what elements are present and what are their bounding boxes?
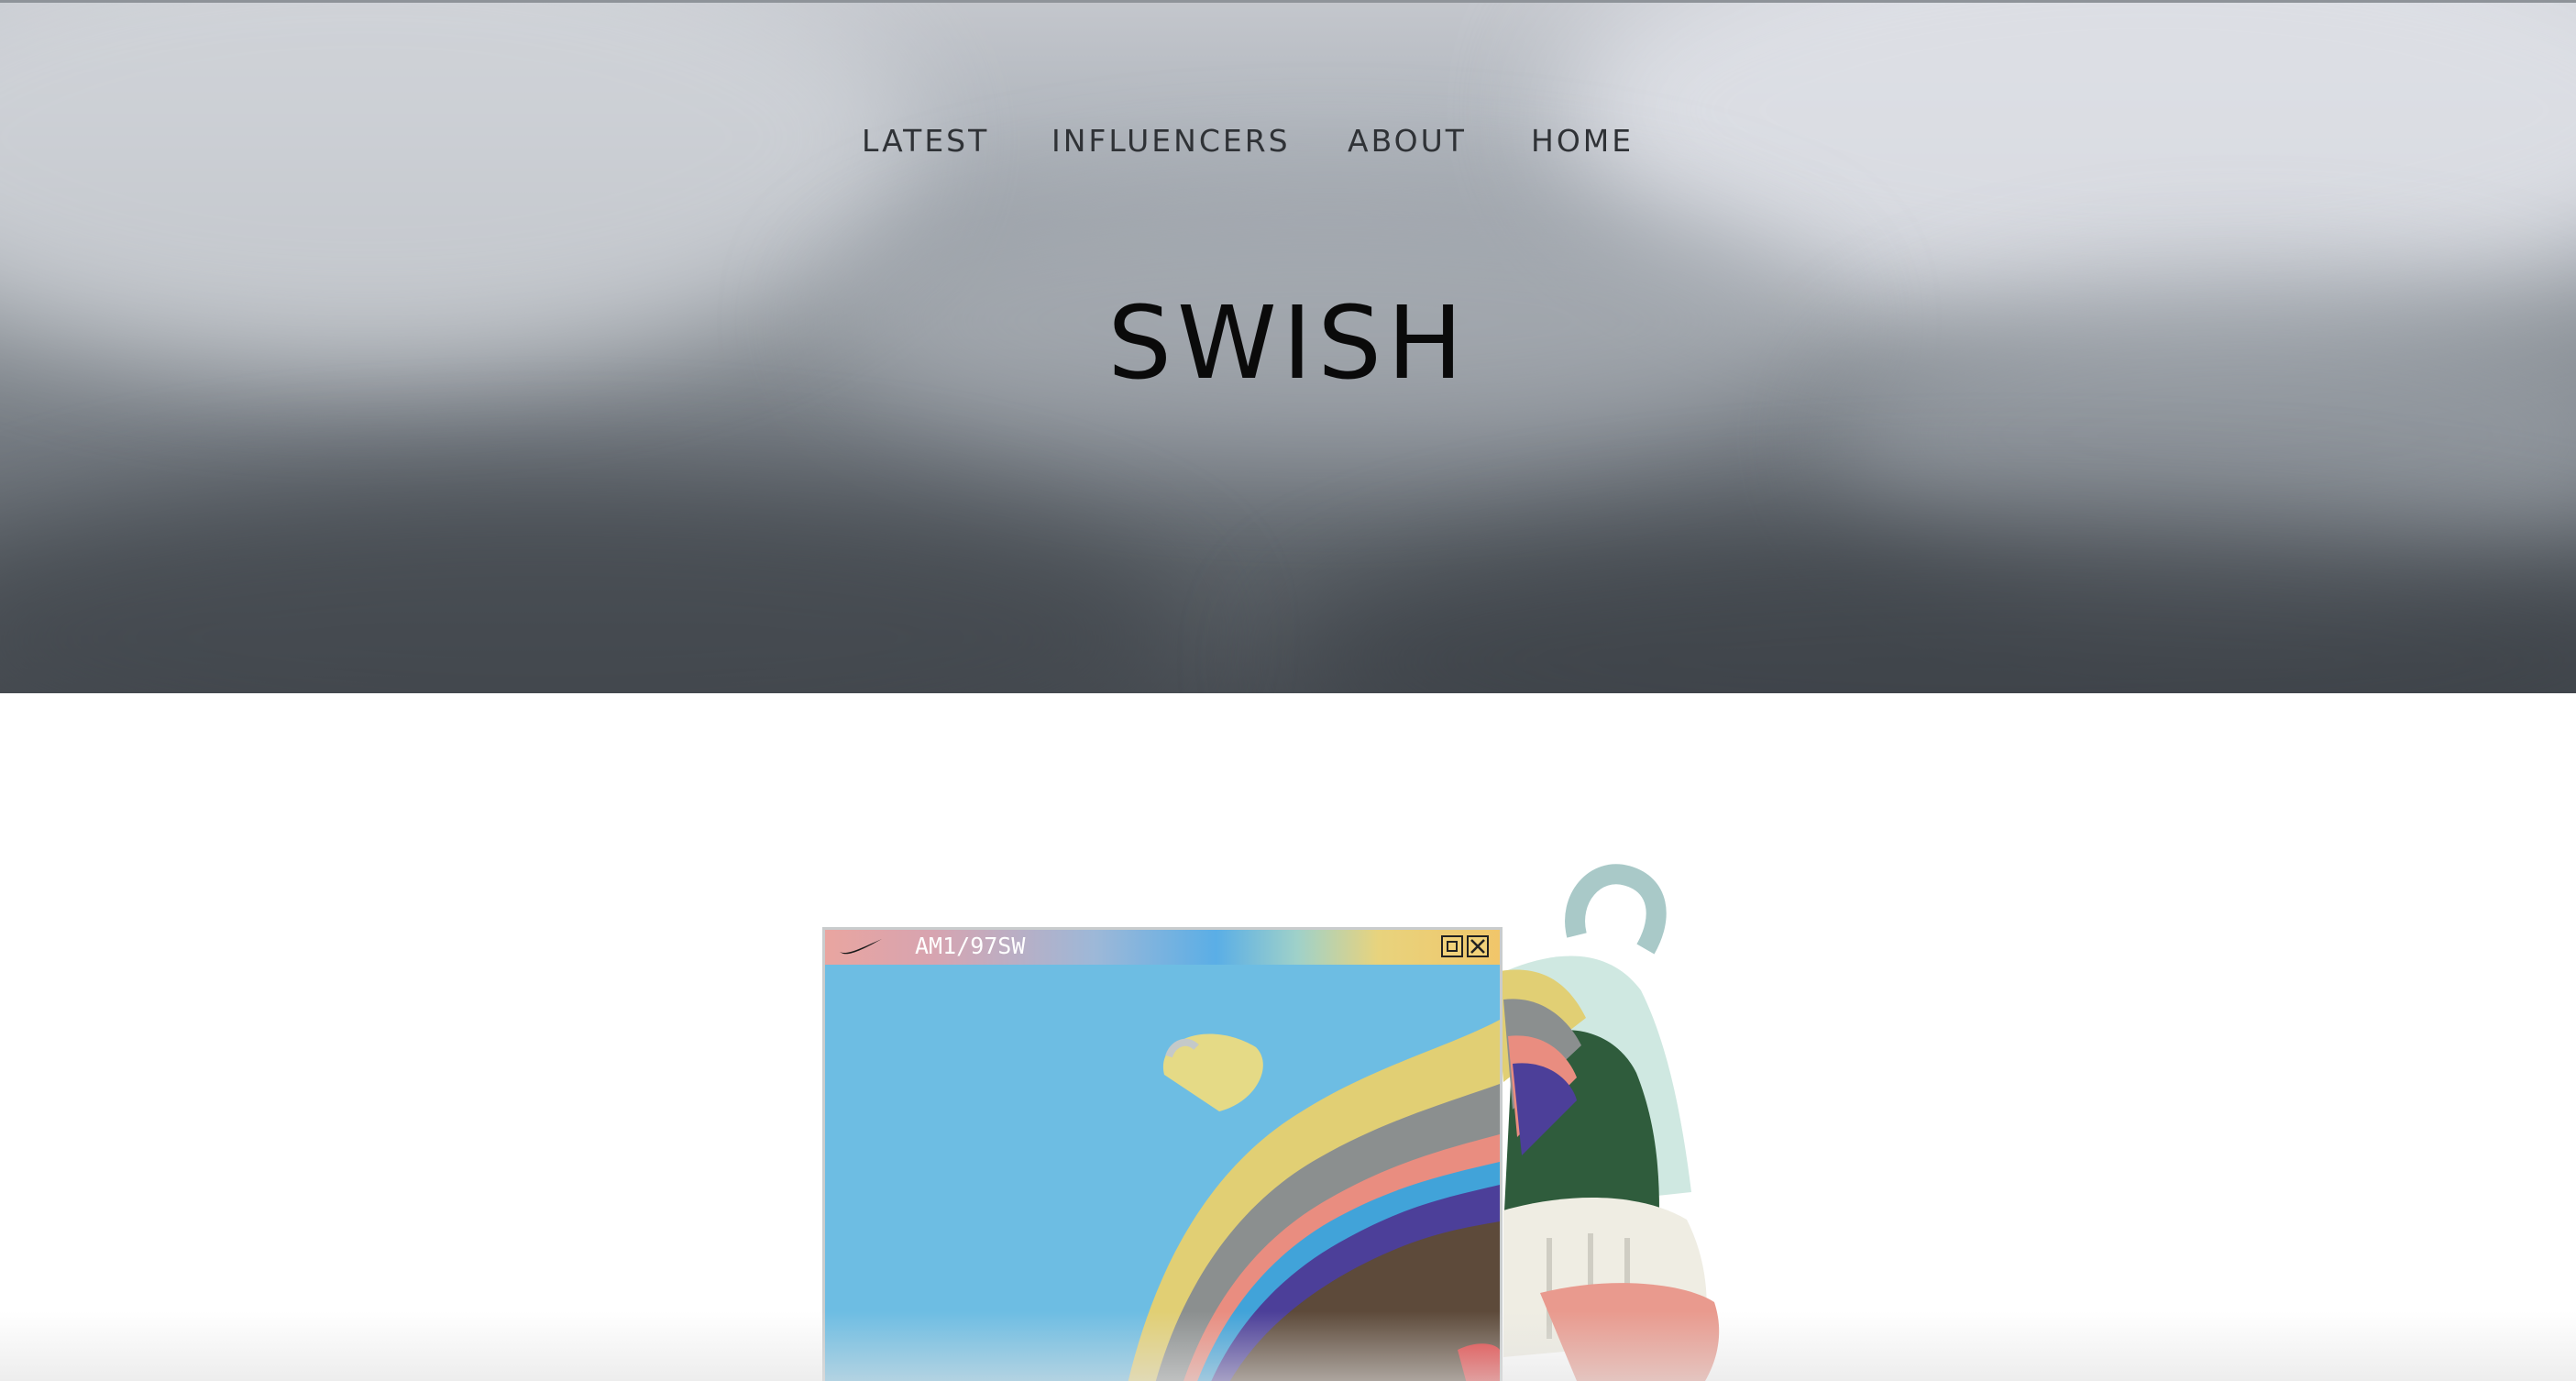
site-title: SWISH [1107,284,1469,402]
fog-cloud [1283,514,2576,693]
window-shoe-image [1128,1020,1500,1381]
nav-item-home[interactable]: HOME [1531,123,1634,159]
shoe-outsole [1540,1283,1720,1381]
swoosh-icon [840,939,882,955]
product-window: AM1/97SW [822,927,1503,1381]
pull-tab [1565,864,1667,955]
maximize-icon[interactable] [1441,935,1463,957]
close-icon[interactable] [1467,935,1489,957]
nav-item-about[interactable]: ABOUT [1348,123,1467,159]
hero-banner: LATEST INFLUENCERS ABOUT HOME SWISH [0,0,2576,693]
main-nav: LATEST INFLUENCERS ABOUT HOME [0,123,2576,160]
window-title: AM1/97SW [915,933,1026,959]
fog-cloud [0,477,1192,693]
top-border [0,0,2576,3]
window-titlebar[interactable]: AM1/97SW [825,930,1500,965]
nav-item-influencers[interactable]: INFLUENCERS [1051,123,1291,159]
nav-item-latest[interactable]: LATEST [862,123,989,159]
